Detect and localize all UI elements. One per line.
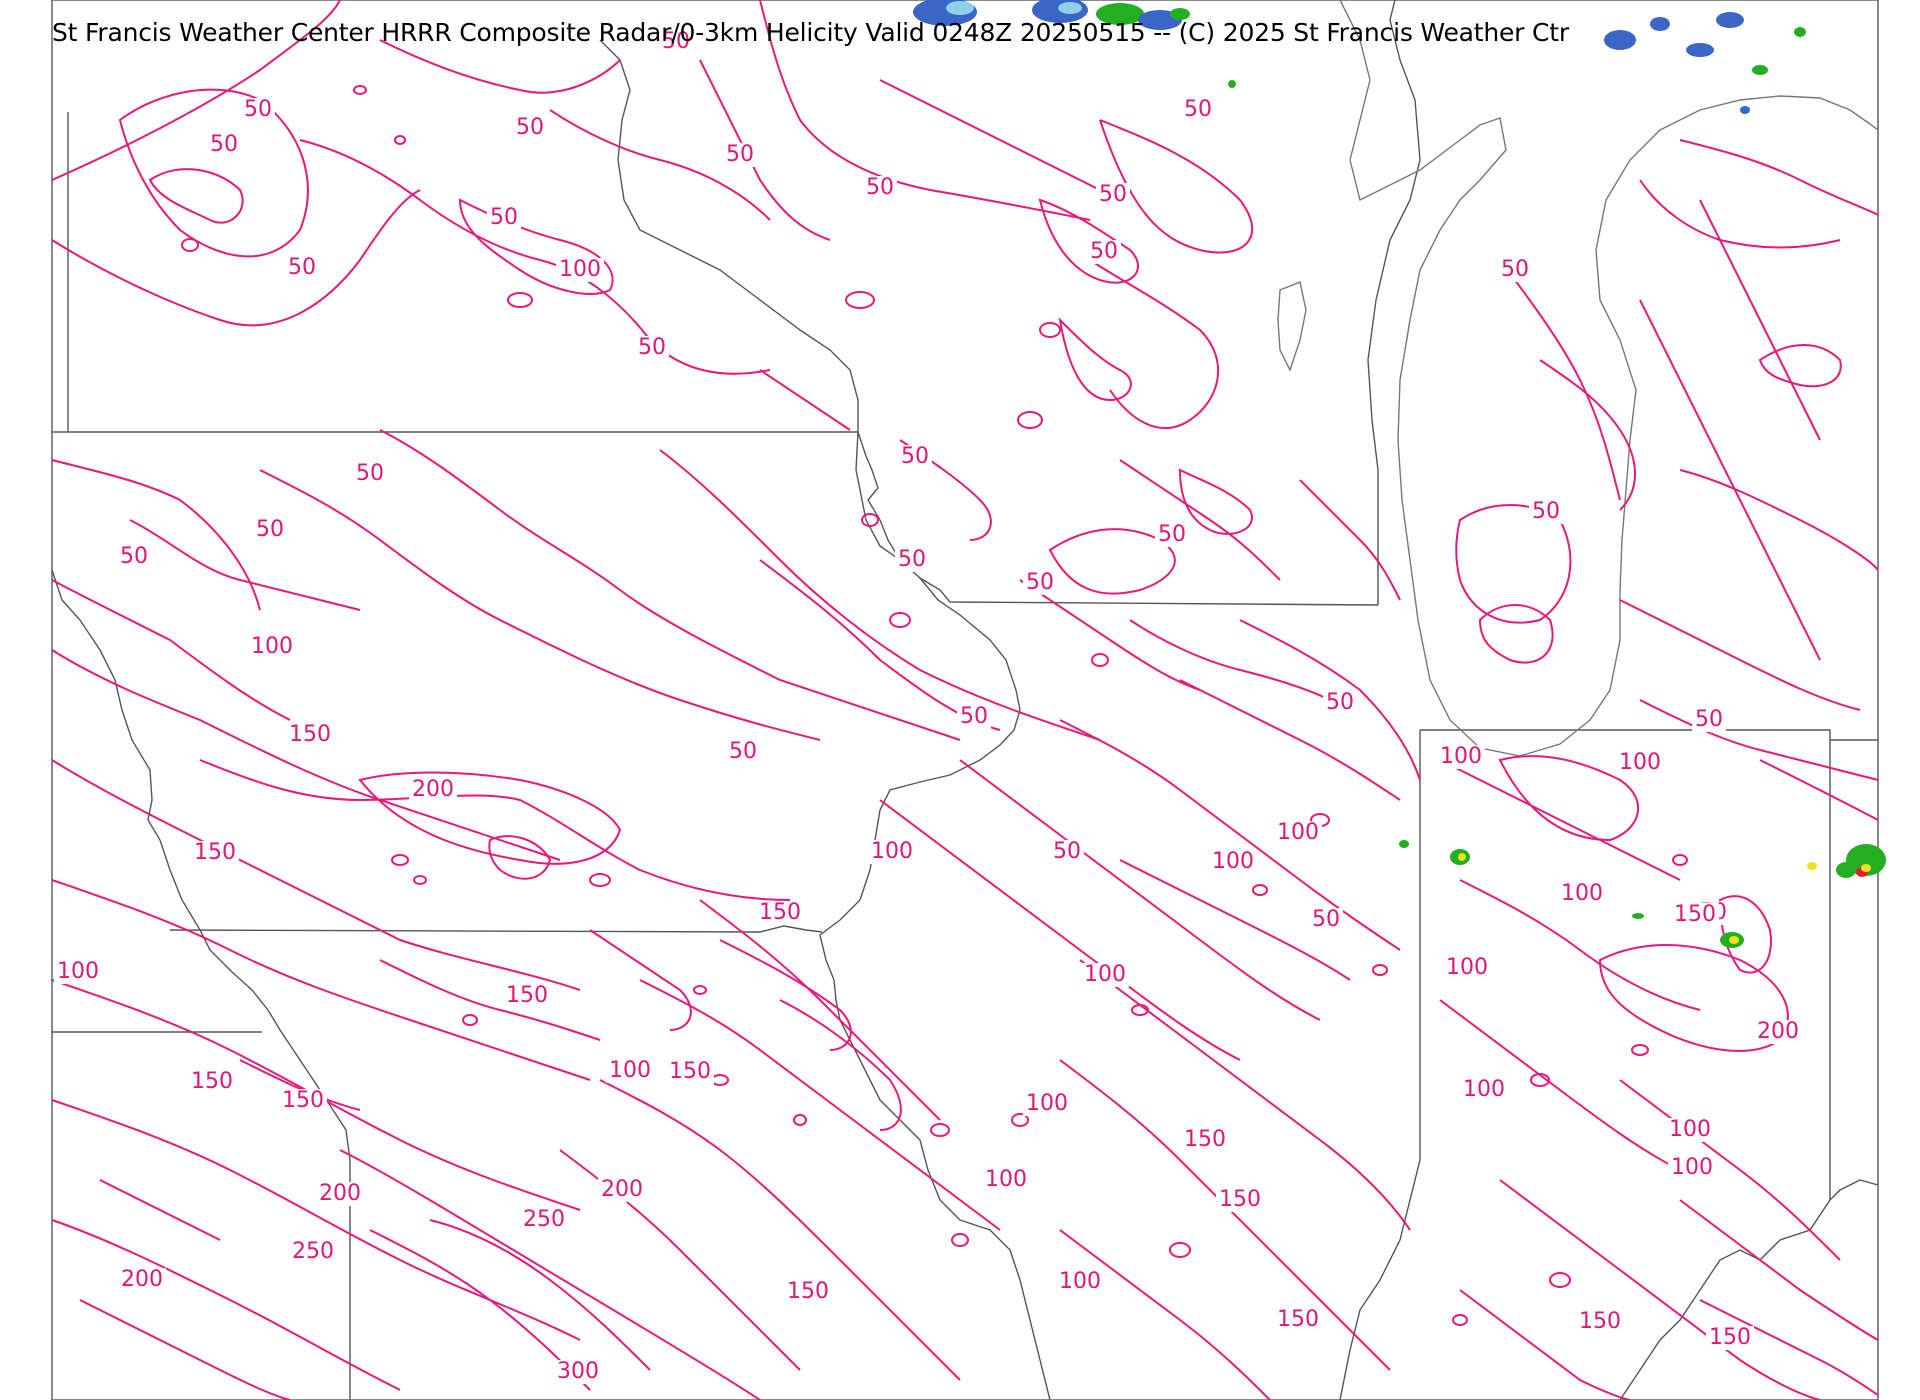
contour-label: 150: [191, 1069, 233, 1094]
contour-label: 50: [726, 142, 754, 167]
contour-label: 100: [1440, 744, 1482, 769]
contour-label: 50: [1312, 907, 1340, 932]
contour-label: 150: [1674, 902, 1716, 927]
contour-label: 100: [1561, 881, 1603, 906]
contour-label: 200: [412, 777, 454, 802]
contour-label: 150: [1579, 1309, 1621, 1334]
contour-label: 50: [120, 544, 148, 569]
contour-label: 50: [1532, 499, 1560, 524]
contour-label: 100: [1084, 962, 1126, 987]
contour-label: 100: [1619, 750, 1661, 775]
contour-label: 150: [759, 900, 801, 925]
contour-label: 50: [898, 547, 926, 572]
contour-label: 50: [1053, 839, 1081, 864]
contour-label: 50: [1184, 97, 1212, 122]
contour-label: 100: [1463, 1077, 1505, 1102]
radar-echo: [1632, 913, 1644, 919]
radar-echo: [946, 1, 974, 15]
contour-label: 200: [1757, 1019, 1799, 1044]
radar-echo: [1604, 30, 1636, 50]
contour-label: 100: [985, 1167, 1027, 1192]
contour-label: 150: [289, 722, 331, 747]
radar-helicity-map: 5050505050505050505050505050505050505050…: [51, 0, 1886, 1400]
contour-label: 50: [1695, 707, 1723, 732]
contour-label: 100: [57, 959, 99, 984]
contour-label: 50: [866, 175, 894, 200]
contour-label: 50: [638, 335, 666, 360]
radar-echo: [1458, 853, 1466, 861]
contour-label: 100: [1277, 820, 1319, 845]
contour-label: 100: [871, 839, 913, 864]
contour-label: 50: [1099, 182, 1127, 207]
radar-echo: [1686, 43, 1714, 57]
contour-label: 150: [787, 1279, 829, 1304]
contour-label: 100: [1671, 1155, 1713, 1180]
contour-label: 50: [244, 97, 272, 122]
contour-label: 100: [1669, 1117, 1711, 1142]
contour-label: 50: [729, 739, 757, 764]
contour-label: 50: [516, 115, 544, 140]
contour-label: 150: [669, 1059, 711, 1084]
contour-label: 50: [1090, 239, 1118, 264]
contour-label: 50: [1158, 522, 1186, 547]
radar-echo: [1807, 862, 1817, 870]
contour-label: 100: [1026, 1091, 1068, 1116]
radar-echo: [1729, 936, 1739, 944]
radar-echo: [1228, 80, 1236, 88]
radar-echo: [1058, 2, 1082, 14]
contour-label: 150: [1219, 1187, 1261, 1212]
contour-label: 50: [1501, 257, 1529, 282]
contour-label: 300: [557, 1359, 599, 1384]
contour-label: 200: [121, 1267, 163, 1292]
contour-label: 200: [319, 1181, 361, 1206]
contour-label: 50: [901, 444, 929, 469]
contour-label: 50: [210, 132, 238, 157]
radar-echo: [1716, 12, 1744, 28]
contour-label: 50: [1326, 690, 1354, 715]
contour-label: 150: [1184, 1127, 1226, 1152]
contour-label: 100: [1059, 1269, 1101, 1294]
contour-label: 200: [601, 1177, 643, 1202]
contour-label: 100: [251, 634, 293, 659]
radar-echo: [1836, 862, 1856, 878]
radar-echo: [1752, 65, 1768, 75]
contour-label: 250: [292, 1239, 334, 1264]
radar-echo: [1861, 864, 1871, 872]
contour-label: 50: [256, 517, 284, 542]
contour-label: 250: [523, 1207, 565, 1232]
contour-label: 50: [288, 255, 316, 280]
contour-label: 150: [194, 840, 236, 865]
contour-label: 100: [559, 257, 601, 282]
radar-echo: [1794, 27, 1806, 37]
radar-echo: [1650, 17, 1670, 31]
contour-label: 150: [1277, 1307, 1319, 1332]
radar-echo: [1740, 106, 1750, 114]
map-title: St Francis Weather Center HRRR Composite…: [52, 18, 1569, 47]
contour-label: 50: [490, 205, 518, 230]
contour-label: 50: [1026, 570, 1054, 595]
radar-echo: [1399, 840, 1409, 848]
contour-label: 100: [1446, 955, 1488, 980]
contour-label: 150: [282, 1088, 324, 1113]
contour-label: 100: [1212, 849, 1254, 874]
contour-label: 50: [356, 461, 384, 486]
contour-label: 50: [960, 704, 988, 729]
contour-label: 150: [506, 983, 548, 1008]
contour-label: 150: [1709, 1325, 1751, 1350]
contour-label: 100: [609, 1058, 651, 1083]
